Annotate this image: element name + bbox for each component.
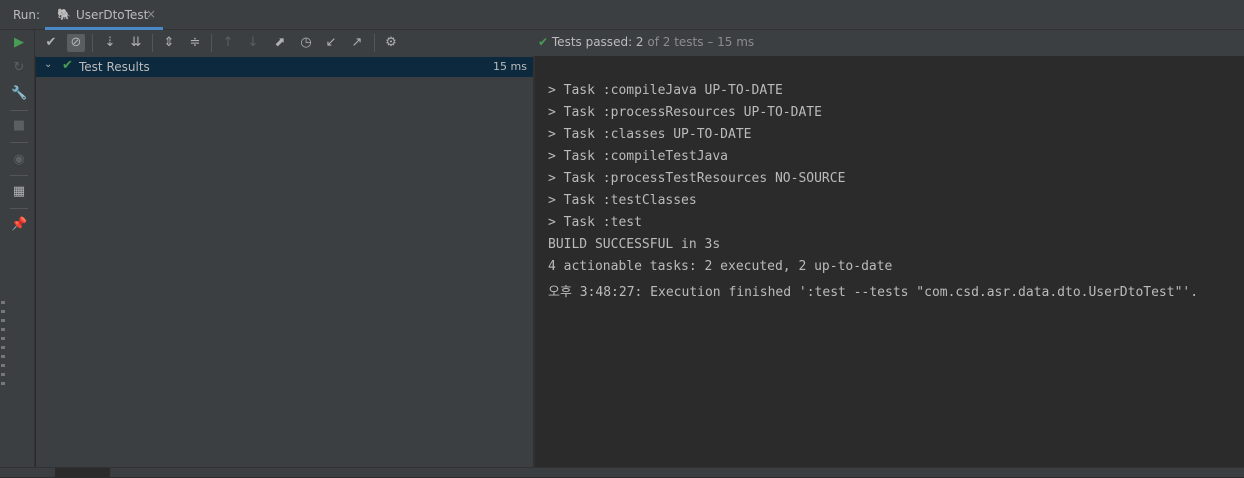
test-status: ✔ Tests passed: 2 of 2 tests – 15 ms bbox=[538, 35, 754, 49]
collapse-all-icon[interactable]: ≑ bbox=[186, 34, 204, 52]
gradle-elephant-icon: 🐘 bbox=[57, 8, 71, 21]
next-failed-icon[interactable]: ↓ bbox=[244, 34, 262, 52]
open-editor-icon[interactable]: ↗ bbox=[348, 34, 366, 52]
test-results-tree: ⌄ ✔ Test Results 15 ms bbox=[36, 56, 533, 467]
show-passed-icon[interactable]: ✔ bbox=[42, 34, 60, 52]
run-tool-window-header: Run: 🐘 UserDtoTest × bbox=[0, 0, 1244, 30]
previous-failed-icon[interactable]: ↑ bbox=[219, 34, 237, 52]
status-passed-count: 2 bbox=[635, 35, 644, 49]
test-runner-toolbar: ✔ ⊘ ⇣ ⇊ ⇕ ≑ ↑ ↓ ⬈ ◷ ↙ ↗ ⚙ bbox=[35, 30, 534, 56]
toolbar-divider bbox=[10, 208, 28, 209]
tree-row-duration: 15 ms bbox=[493, 60, 527, 73]
toolbar-divider bbox=[92, 34, 93, 52]
toolbar-divider bbox=[211, 34, 212, 52]
tree-row-label: Test Results bbox=[79, 60, 150, 74]
console-line: > Task :test bbox=[548, 215, 642, 230]
layout-icon[interactable]: ▦ bbox=[11, 184, 27, 200]
side-tool-stripe[interactable] bbox=[0, 295, 6, 445]
toolbar-divider bbox=[152, 34, 153, 52]
console-line: > Task :classes UP-TO-DATE bbox=[548, 127, 752, 142]
console-line: > Task :processTestResources NO-SOURCE bbox=[548, 171, 846, 186]
console-line: BUILD SUCCESSFUL in 3s bbox=[548, 237, 721, 252]
console-line: 4 actionable tasks: 2 executed, 2 up-to-… bbox=[548, 259, 893, 274]
run-tab-title: UserDtoTest bbox=[76, 8, 149, 22]
wrench-icon[interactable]: 🔧 bbox=[11, 86, 27, 102]
export-icon[interactable]: ↙ bbox=[322, 34, 340, 52]
console-line: > Task :testClasses bbox=[548, 193, 697, 208]
sort-alphabetically-icon[interactable]: ⇣ bbox=[101, 34, 119, 52]
console-line: > Task :processResources UP-TO-DATE bbox=[548, 105, 822, 120]
toolbar-divider bbox=[10, 142, 28, 143]
run-tab-userdtotest[interactable]: 🐘 UserDtoTest × bbox=[45, 3, 163, 30]
sort-by-duration-icon[interactable]: ⇊ bbox=[127, 34, 145, 52]
status-check-icon: ✔ bbox=[538, 35, 549, 49]
expand-all-icon[interactable]: ⇕ bbox=[160, 34, 178, 52]
show-ignored-icon[interactable]: ⊘ bbox=[67, 34, 85, 52]
settings-icon[interactable]: ⚙ bbox=[382, 34, 400, 52]
toolbar-divider bbox=[10, 110, 28, 111]
console-line: > Task :compileTestJava bbox=[548, 149, 729, 164]
console-line: > Task :compileJava UP-TO-DATE bbox=[548, 83, 783, 98]
run-label: Run: bbox=[13, 8, 41, 22]
history-icon[interactable]: ◷ bbox=[297, 34, 315, 52]
console-output[interactable]: > Task :compileJava UP-TO-DATE > Task :p… bbox=[535, 56, 1244, 467]
import-tests-icon[interactable]: ⬈ bbox=[271, 34, 289, 52]
check-icon: ✔ bbox=[62, 58, 73, 73]
rerun-failed-icon[interactable]: ↻ bbox=[11, 60, 27, 76]
pin-icon[interactable]: 📌 bbox=[11, 217, 27, 233]
console-line: 오후 3:48:27: Execution finished ':test --… bbox=[548, 285, 1199, 300]
chevron-down-icon[interactable]: ⌄ bbox=[44, 59, 52, 70]
test-status-bar: ✔ Tests passed: 2 of 2 tests – 15 ms bbox=[534, 30, 1244, 56]
stop-icon[interactable]: ■ bbox=[11, 118, 27, 134]
bottom-tool-stripe bbox=[0, 467, 1244, 478]
status-summary: of 2 tests – 15 ms bbox=[643, 35, 755, 49]
close-icon[interactable]: × bbox=[146, 7, 156, 21]
status-prefix: Tests passed: bbox=[551, 35, 636, 49]
tree-row-test-results[interactable]: ⌄ ✔ Test Results 15 ms bbox=[36, 57, 533, 77]
rerun-icon[interactable]: ▶ bbox=[11, 35, 27, 51]
toolbar-divider bbox=[374, 34, 375, 52]
eye-icon[interactable]: ◉ bbox=[11, 152, 27, 168]
toolbar-divider bbox=[10, 175, 28, 176]
